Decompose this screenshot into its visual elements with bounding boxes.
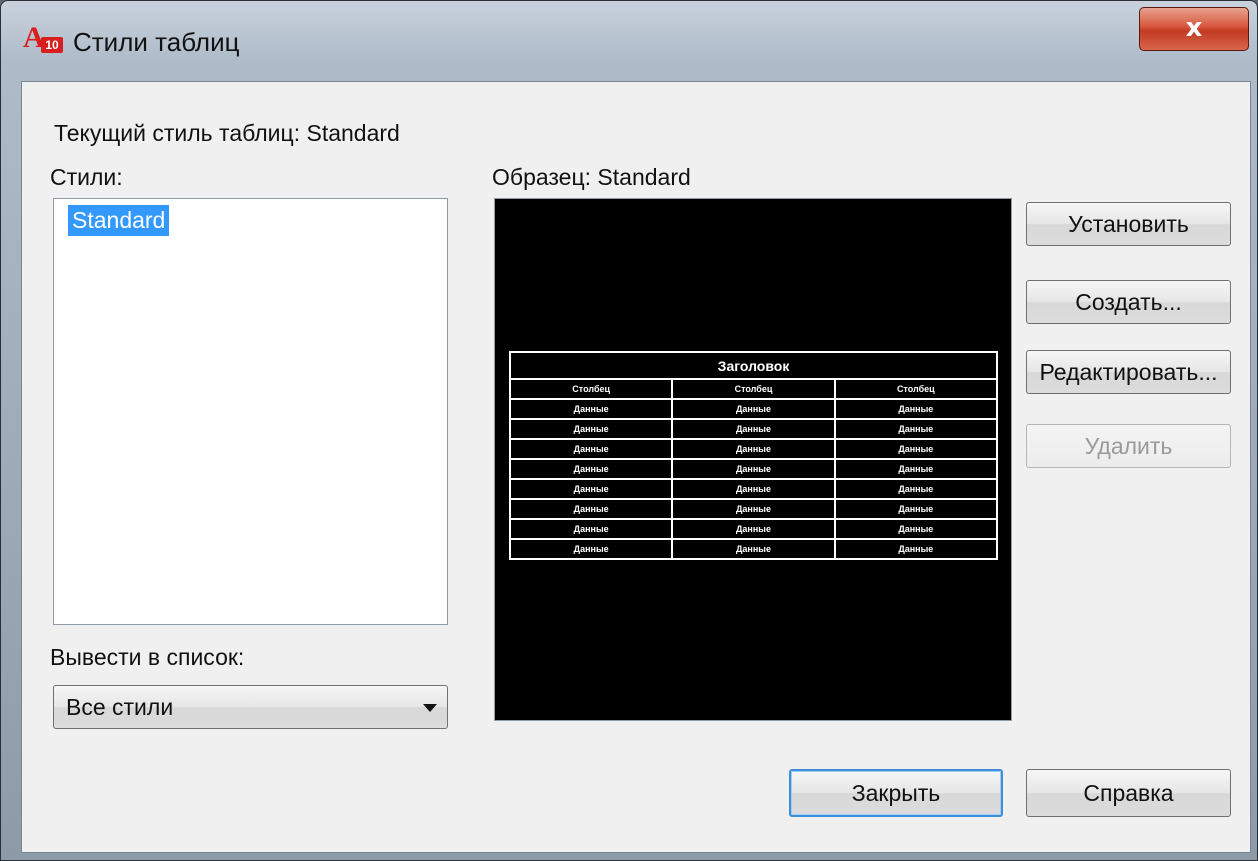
current-style-label: Текущий стиль таблиц: Standard bbox=[54, 120, 400, 146]
preview-cell: Данные bbox=[508, 538, 674, 560]
dialog-body: Текущий стиль таблиц: Standard Стили: Об… bbox=[21, 81, 1251, 853]
modify-style-button[interactable]: Редактировать... bbox=[1026, 350, 1231, 394]
list-filter-label: Вывести в список: bbox=[50, 644, 245, 670]
new-style-button[interactable]: Создать... bbox=[1026, 280, 1231, 324]
preview-cell: Данные bbox=[671, 418, 836, 440]
preview-cell: Данные bbox=[833, 458, 999, 480]
styles-list[interactable]: Standard bbox=[53, 198, 448, 625]
preview-cell: Данные bbox=[508, 498, 674, 520]
preview-column-header: Столбец bbox=[671, 378, 836, 400]
preview-cell: Данные bbox=[833, 438, 999, 460]
close-window-button[interactable]: x bbox=[1139, 7, 1249, 51]
preview-table: Заголовок Столбец Столбец Столбец Данные… bbox=[508, 351, 999, 560]
preview-cell: Данные bbox=[508, 518, 674, 540]
close-button[interactable]: Закрыть bbox=[789, 769, 1003, 817]
preview-cell: Данные bbox=[671, 518, 836, 540]
preview-cell: Данные bbox=[833, 398, 999, 420]
preview-cell: Данные bbox=[833, 498, 999, 520]
list-filter-dropdown[interactable]: Все стили bbox=[53, 685, 448, 729]
preview-cell: Данные bbox=[508, 418, 674, 440]
styles-label: Стили: bbox=[50, 164, 123, 190]
window-title: Стили таблиц bbox=[73, 27, 240, 57]
help-button[interactable]: Справка bbox=[1026, 769, 1231, 817]
list-filter-value: Все стили bbox=[66, 694, 174, 720]
preview-cell: Данные bbox=[671, 438, 836, 460]
preview-column-header: Столбец bbox=[833, 378, 999, 400]
preview-cell: Данные bbox=[833, 478, 999, 500]
preview-cell: Данные bbox=[833, 418, 999, 440]
dropdown-arrow-icon bbox=[423, 704, 437, 712]
preview-cell: Данные bbox=[671, 458, 836, 480]
preview-cell: Данные bbox=[671, 538, 836, 560]
set-current-button[interactable]: Установить bbox=[1026, 202, 1231, 246]
preview-cell: Данные bbox=[833, 538, 999, 560]
delete-style-button[interactable]: Удалить bbox=[1026, 424, 1231, 468]
title-bar[interactable]: A 10 Стили таблиц x bbox=[1, 1, 1257, 81]
preview-cell: Данные bbox=[671, 498, 836, 520]
preview-table-title: Заголовок bbox=[509, 351, 998, 380]
autocad-app-icon: A 10 bbox=[23, 21, 63, 55]
preview-label: Образец: Standard bbox=[492, 164, 691, 190]
preview-cell: Данные bbox=[671, 478, 836, 500]
preview-cell: Данные bbox=[833, 518, 999, 540]
preview-cell: Данные bbox=[508, 438, 674, 460]
preview-cell: Данные bbox=[508, 478, 674, 500]
preview-column-header: Столбец bbox=[508, 378, 674, 400]
preview-pane: Заголовок Столбец Столбец Столбец Данные… bbox=[494, 198, 1012, 721]
preview-cell: Данные bbox=[671, 398, 836, 420]
style-list-item-standard[interactable]: Standard bbox=[68, 205, 170, 236]
table-style-dialog: A 10 Стили таблиц x Текущий стиль таблиц… bbox=[0, 0, 1258, 861]
preview-cell: Данные bbox=[508, 458, 674, 480]
preview-cell: Данные bbox=[508, 398, 674, 420]
close-icon: x bbox=[1185, 13, 1203, 43]
